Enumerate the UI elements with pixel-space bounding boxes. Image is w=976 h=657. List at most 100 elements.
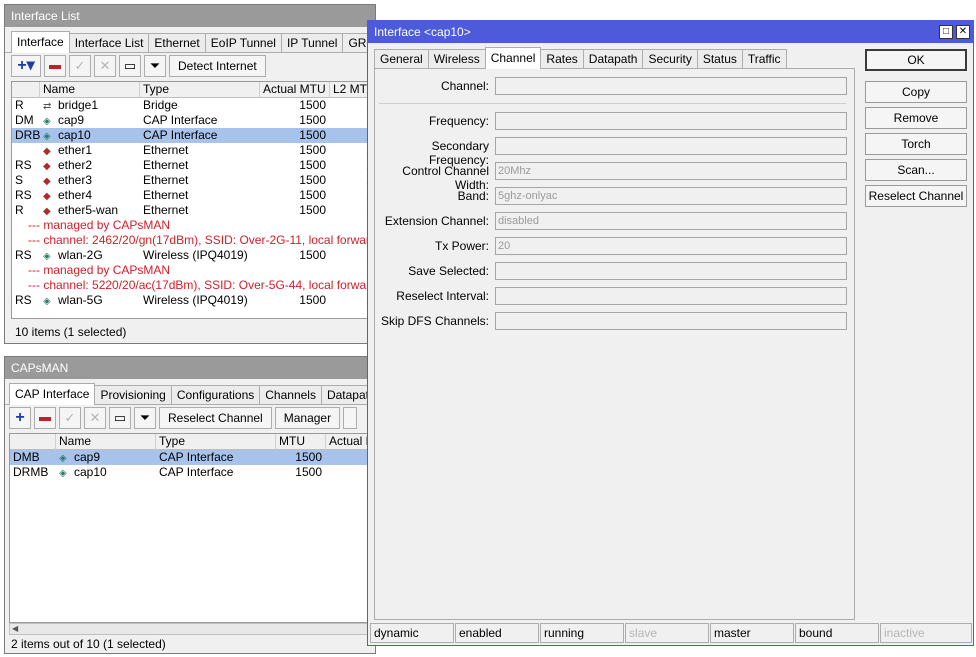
tab-traffic[interactable]: Traffic — [741, 49, 787, 69]
capsman-title[interactable]: CAPsMAN — [5, 357, 375, 379]
row-flags: RS — [15, 248, 32, 262]
col-name[interactable]: Name — [40, 82, 140, 98]
comment-button[interactable]: ▭ — [119, 55, 141, 77]
col-name[interactable]: Name — [56, 434, 156, 450]
tab-security[interactable]: Security — [642, 49, 698, 69]
col-actual-mtu[interactable]: Actual MTU — [260, 82, 330, 98]
row-name: ◈ cap10 — [40, 128, 140, 143]
table-row[interactable]: DM◈cap9CAP Interface1500160 — [12, 113, 380, 128]
manager-button[interactable]: Manager — [274, 407, 341, 429]
table-row[interactable]: RS◆ether4Ethernet1500159 — [12, 188, 380, 203]
tx-power-field[interactable]: 20 — [495, 237, 847, 255]
skip-dfs-field[interactable] — [495, 312, 847, 330]
more-button[interactable] — [343, 407, 358, 429]
interface-list-status: 10 items (1 selected) — [15, 325, 127, 339]
table-row[interactable]: RS◈wlan-5GWireless (IPQ4019)1500160 — [12, 293, 380, 308]
close-icon[interactable]: ✕ — [956, 25, 970, 39]
tab-status[interactable]: Status — [696, 49, 743, 69]
remove-button[interactable] — [34, 407, 56, 429]
status-slave: slave — [625, 623, 709, 643]
scan-button[interactable]: Scan... — [865, 159, 967, 181]
ethernet-icon: ◆ — [43, 146, 51, 157]
tab-channel[interactable]: Channel — [484, 47, 542, 69]
add-button[interactable]: +▾ — [11, 55, 41, 77]
enable-button[interactable]: ✓ — [59, 407, 81, 429]
tab-eoip-tunnel[interactable]: EoIP Tunnel — [204, 33, 282, 53]
torch-button[interactable]: Torch — [865, 133, 967, 155]
ethernet-icon: ◆ — [43, 206, 51, 217]
table-row[interactable]: DRMB ◈ cap10 CAP Interface 1500 — [10, 465, 376, 480]
remove-button[interactable] — [44, 55, 66, 77]
dialog-title[interactable]: Interface <cap10> — [368, 21, 973, 43]
tab-rates[interactable]: Rates — [540, 49, 584, 69]
extension-channel-field[interactable]: disabled — [495, 212, 847, 230]
table-row[interactable]: RS◆ether2Ethernet1500159 — [12, 158, 380, 173]
table-row[interactable]: R⇄bridge1Bridge1500159 — [12, 98, 380, 113]
tab-interface-list[interactable]: Interface List — [68, 33, 150, 53]
col-type[interactable]: Type — [140, 82, 260, 98]
maximize-icon[interactable]: □ — [939, 25, 953, 39]
row-name-text: cap9 — [74, 450, 101, 464]
tab-interface[interactable]: Interface — [11, 31, 70, 53]
tab-general[interactable]: General — [374, 49, 429, 69]
scroll-left-icon[interactable]: ◀ — [12, 624, 18, 633]
disable-button[interactable]: ✕ — [84, 407, 106, 429]
copy-button[interactable]: Copy — [865, 81, 967, 103]
section-divider — [379, 103, 846, 104]
enable-button[interactable]: ✓ — [69, 55, 91, 77]
filter-button[interactable]: ⏷ — [134, 407, 156, 429]
status-dynamic: dynamic — [370, 623, 454, 643]
save-selected-field[interactable] — [495, 262, 847, 280]
tab-ip-tunnel[interactable]: IP Tunnel — [280, 33, 344, 53]
comment-button[interactable]: ▭ — [109, 407, 131, 429]
reselect-channel-button[interactable]: Reselect Channel — [159, 407, 272, 429]
tab-datapath[interactable]: Datapath — [582, 49, 644, 69]
tab-configurations[interactable]: Configurations — [170, 385, 261, 405]
capsman-tabs: CAP Interface Provisioning Configurations C… — [9, 383, 375, 405]
table-row[interactable]: RS◈wlan-2GWireless (IPQ4019)1500160 — [12, 248, 380, 263]
table-row[interactable]: DMB ◈ cap9 CAP Interface 1500 — [10, 450, 376, 465]
tab-wireless[interactable]: Wireless — [427, 49, 486, 69]
col-type[interactable]: Type — [156, 434, 276, 450]
row-name-text: ether2 — [58, 158, 93, 172]
secondary-frequency-field[interactable] — [495, 137, 847, 155]
col-flags[interactable] — [12, 82, 40, 98]
frequency-field[interactable] — [495, 112, 847, 130]
channel-field[interactable] — [495, 77, 847, 95]
row-name-text: wlan-2G — [58, 248, 103, 262]
comment-row[interactable]: --- managed by CAPsMAN — [12, 218, 380, 233]
tab-provisioning[interactable]: Provisioning — [94, 385, 172, 405]
table-row[interactable]: DRB◈cap10CAP Interface1500160 — [12, 128, 380, 143]
comment-row[interactable]: --- channel: 2462/20/gn(17dBm), SSID: Ov… — [12, 233, 380, 248]
add-button[interactable]: + — [9, 407, 31, 429]
channel-panel: Channel: Frequency: Secondary Frequency:… — [374, 68, 855, 620]
interface-toolbar: +▾ ✓ ✕ ▭ ⏷ Detect Internet — [11, 55, 269, 77]
minus-icon — [49, 64, 61, 69]
reselect-interval-label: Reselect Interval: — [396, 289, 489, 303]
filter-button[interactable]: ⏷ — [144, 55, 166, 77]
horizontal-scrollbar[interactable]: ◀ — [9, 623, 377, 635]
table-row[interactable]: ◆ether1Ethernet1500159 — [12, 143, 380, 158]
reselect-interval-field[interactable] — [495, 287, 847, 305]
row-type: Wireless (IPQ4019) — [143, 248, 248, 262]
table-row[interactable]: R◆ether5-wanEthernet1500159 — [12, 203, 380, 218]
channel-width-field[interactable]: 20Mhz — [495, 162, 847, 180]
interface-list-title[interactable]: Interface List — [5, 5, 375, 27]
tab-channels[interactable]: Channels — [259, 385, 322, 405]
table-row[interactable]: S◆ether3Ethernet1500159 — [12, 173, 380, 188]
disable-button[interactable]: ✕ — [94, 55, 116, 77]
comment-row[interactable]: --- channel: 5220/20/ac(17dBm), SSID: Ov… — [12, 278, 380, 293]
row-flags: DRB — [15, 128, 40, 142]
row-name-text: cap9 — [58, 113, 85, 127]
col-mtu[interactable]: MTU — [276, 434, 326, 450]
band-field[interactable]: 5ghz-onlyac — [495, 187, 847, 205]
tab-ethernet[interactable]: Ethernet — [148, 33, 206, 53]
capsman-status: 2 items out of 10 (1 selected) — [11, 637, 166, 651]
ok-button[interactable]: OK — [865, 49, 967, 71]
col-flags[interactable] — [10, 434, 56, 450]
detect-internet-button[interactable]: Detect Internet — [169, 55, 266, 77]
reselect-channel-button[interactable]: Reselect Channel — [865, 185, 967, 207]
comment-row[interactable]: --- managed by CAPsMAN — [12, 263, 380, 278]
tab-cap-interface[interactable]: CAP Interface — [9, 383, 96, 405]
remove-button[interactable]: Remove — [865, 107, 967, 129]
